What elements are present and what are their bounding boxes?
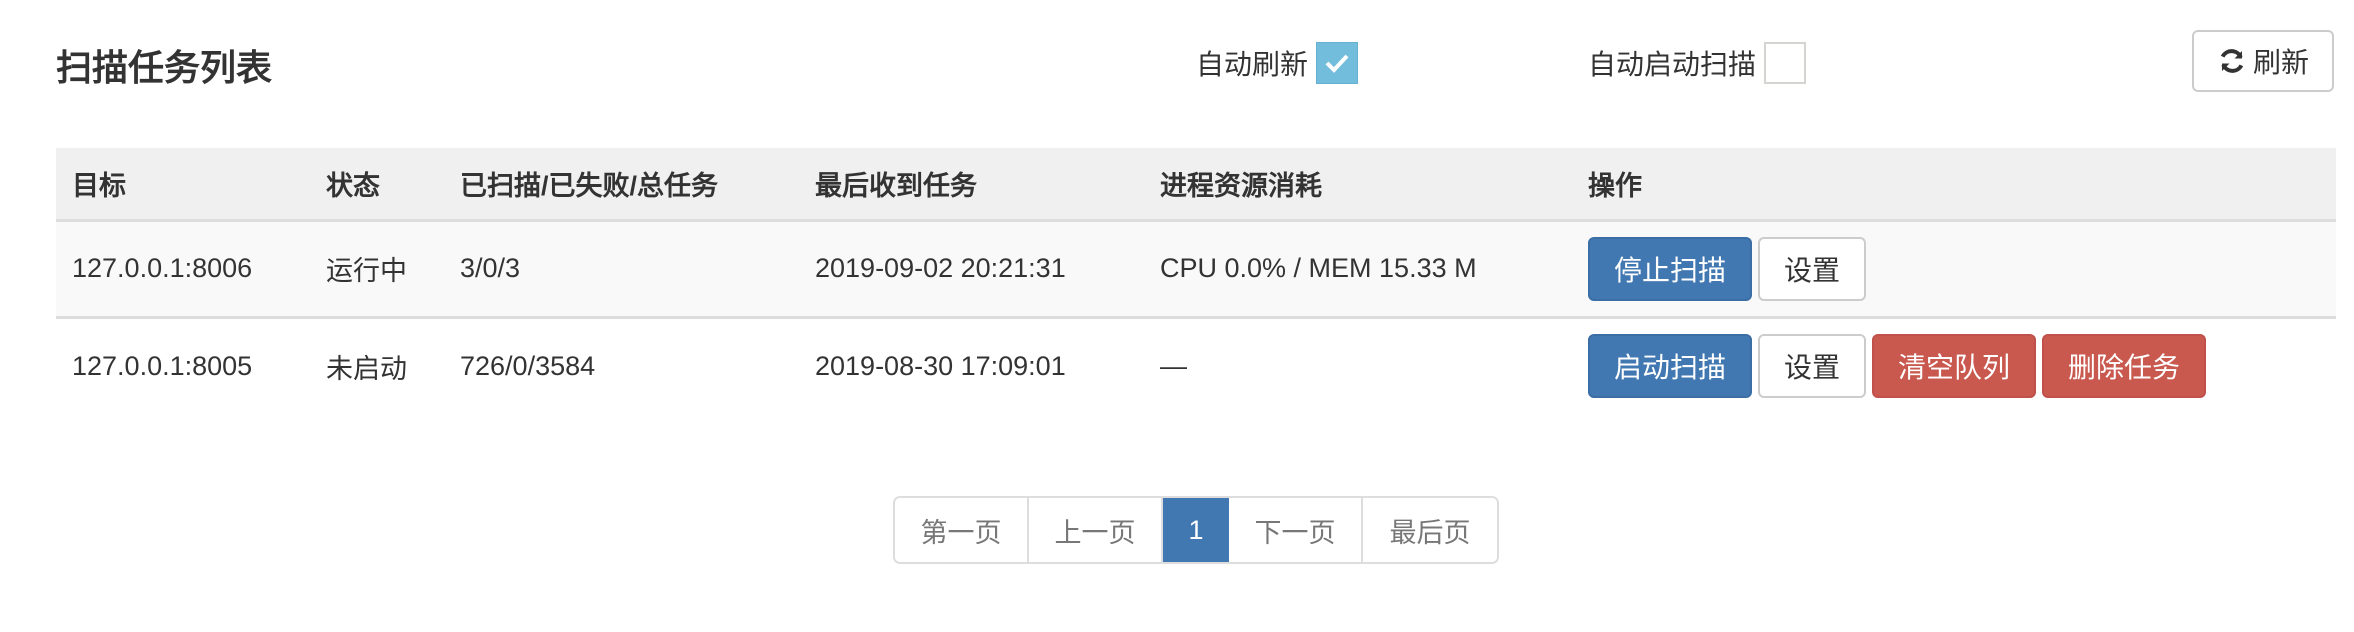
column-header-status: 状态 (310, 148, 444, 222)
task-table: 目标 状态 已扫描/已失败/总任务 最后收到任务 进程资源消耗 操作 127.0… (56, 148, 2336, 414)
cell-resources: — (1144, 317, 1572, 414)
auto-refresh-label: 自动刷新 (1196, 49, 1309, 80)
table-row: 127.0.0.1:8006 运行中 3/0/3 2019-09-02 20:2… (56, 220, 2336, 319)
cell-progress: 726/0/3584 (444, 317, 799, 414)
auto-start-scan-option: 自动启动扫描 (1588, 40, 1807, 86)
cell-actions: 停止扫描 设置 (1572, 220, 2336, 319)
scan-task-page: 扫描任务列表 自动刷新 自动启动扫描 刷新 目标 状态 已扫描/已失败/总任务 … (0, 0, 2354, 632)
cell-last-task: 2019-08-30 17:09:01 (799, 317, 1144, 414)
start-scan-button[interactable]: 启动扫描 (1588, 334, 1752, 399)
cell-progress: 3/0/3 (444, 220, 799, 319)
settings-button[interactable]: 设置 (1758, 236, 1866, 301)
cell-status: 运行中 (310, 220, 444, 319)
auto-refresh-checkbox[interactable] (1316, 42, 1359, 84)
cell-target: 127.0.0.1:8006 (56, 220, 310, 319)
column-header-last-task: 最后收到任务 (799, 148, 1144, 222)
cell-last-task: 2019-09-02 20:21:31 (799, 220, 1144, 319)
page-title: 扫描任务列表 (56, 47, 273, 88)
pagination-next[interactable]: 下一页 (1229, 498, 1363, 562)
table-row: 127.0.0.1:8005 未启动 726/0/3584 2019-08-30… (56, 317, 2336, 414)
column-header-resources: 进程资源消耗 (1144, 148, 1572, 222)
stop-scan-button[interactable]: 停止扫描 (1588, 236, 1752, 301)
refresh-button-label: 刷新 (2252, 47, 2309, 78)
pagination-last[interactable]: 最后页 (1363, 498, 1497, 562)
column-header-progress: 已扫描/已失败/总任务 (444, 148, 799, 222)
table-header-row: 目标 状态 已扫描/已失败/总任务 最后收到任务 进程资源消耗 操作 (56, 148, 2336, 222)
clear-queue-button[interactable]: 清空队列 (1872, 334, 2036, 399)
auto-start-scan-checkbox[interactable] (1764, 42, 1807, 84)
cell-status: 未启动 (310, 317, 444, 414)
cell-resources: CPU 0.0% / MEM 15.33 M (1144, 220, 1572, 319)
refresh-button[interactable]: 刷新 (2192, 30, 2334, 92)
pagination-current-page[interactable]: 1 (1163, 498, 1229, 562)
refresh-icon (2220, 49, 2244, 73)
pagination: 第一页 上一页 1 下一页 最后页 (893, 496, 1499, 564)
auto-start-scan-label: 自动启动扫描 (1588, 49, 1757, 80)
pagination-prev[interactable]: 上一页 (1029, 498, 1163, 562)
pagination-first[interactable]: 第一页 (895, 498, 1029, 562)
auto-refresh-option: 自动刷新 (1196, 40, 1359, 86)
delete-task-button[interactable]: 删除任务 (2042, 334, 2206, 399)
cell-actions: 启动扫描 设置 清空队列 删除任务 (1572, 317, 2336, 414)
column-header-actions: 操作 (1572, 148, 2336, 222)
column-header-target: 目标 (56, 148, 310, 222)
settings-button[interactable]: 设置 (1758, 334, 1866, 399)
check-icon (1325, 54, 1349, 73)
cell-target: 127.0.0.1:8005 (56, 317, 310, 414)
